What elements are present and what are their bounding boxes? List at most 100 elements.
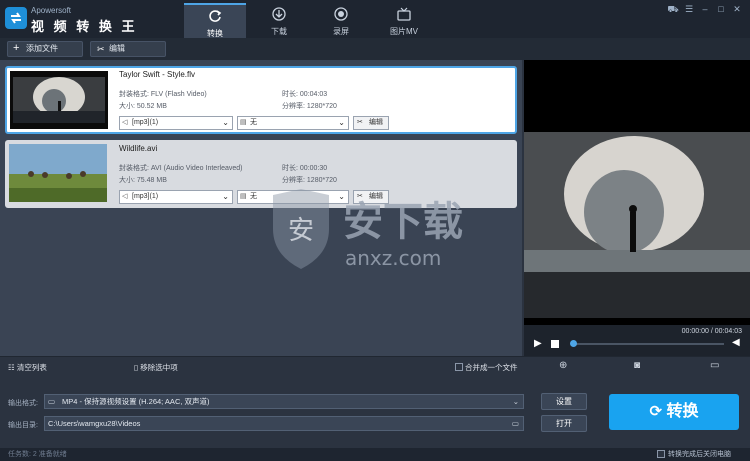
size-label: 大小: (119, 103, 135, 110)
resolution-label: 分辨率: (282, 177, 305, 184)
tab-convert[interactable]: 转换 (184, 3, 246, 38)
output-format-label: 输出格式: (8, 400, 38, 407)
chevron-down-icon: ⌄ (512, 397, 519, 406)
video-thumbnail (9, 144, 107, 202)
convert-button[interactable]: ⟳ 转换 (609, 394, 739, 430)
volume-icon[interactable]: ◀ (732, 337, 740, 348)
duration-row: 时长: 00:00:30 (282, 163, 327, 173)
remove-selected-button[interactable]: ▯ 移除选中项 (134, 362, 178, 373)
duration-value: 00:04:03 (299, 91, 328, 98)
download-icon (272, 7, 286, 21)
speaker-icon: ◁ (122, 193, 128, 200)
audio-track-select[interactable]: ◁ [mp3](1) ⌄ (119, 190, 233, 204)
chevron-down-icon: ⌄ (222, 118, 229, 127)
folder-icon[interactable]: ▭ (512, 417, 519, 430)
duration-value: 00:00:30 (299, 165, 328, 172)
edit-file-label: 编辑 (369, 119, 383, 126)
shutdown-label: 转换完成后关闭电脑 (668, 451, 731, 458)
edit-button[interactable]: ✂ 编辑 (90, 41, 166, 57)
format-label: 封装格式: (119, 165, 149, 172)
audio-track-select[interactable]: ◁ [mp3](1) ⌄ (119, 116, 233, 130)
list-item[interactable]: Taylor Swift - Style.flv 封装格式: FLV (Flas… (5, 66, 517, 134)
format-row: 封装格式: AVI (Audio Video Interleaved) (119, 163, 242, 173)
stop-icon[interactable] (551, 340, 559, 348)
watermark-sub: anxz.com (345, 246, 441, 270)
file-name: Taylor Swift - Style.flv (119, 70, 196, 79)
tab-download[interactable]: 下载 (248, 3, 310, 38)
clear-list-button[interactable]: ☷ 清空列表 (8, 362, 47, 373)
format-value: FLV (Flash Video) (150, 91, 207, 98)
duration-label: 时长: (282, 91, 298, 98)
format-label: 封装格式: (119, 91, 149, 98)
resolution-value: 1280*720 (306, 103, 337, 110)
resolution-row: 分辨率: 1280*720 (282, 101, 337, 111)
open-folder-button[interactable]: 打开 (541, 415, 587, 432)
format-file-icon: ▭ (48, 397, 56, 406)
format-row: 封装格式: FLV (Flash Video) (119, 89, 207, 99)
merge-checkbox[interactable] (455, 363, 463, 371)
record-icon (334, 7, 348, 21)
tab-label: 下载 (271, 27, 287, 36)
maximize-icon[interactable]: □ (715, 4, 727, 14)
duration-label: 时长: (282, 165, 298, 172)
clear-list-icon: ☷ (8, 363, 15, 372)
subtitle-value: 无 (250, 119, 257, 126)
plus-icon: + (13, 42, 20, 54)
refresh-icon: ⟳ (649, 403, 663, 420)
chevron-down-icon: ⌄ (338, 118, 345, 127)
scissors-icon: ✂ (357, 119, 363, 126)
status-text: 任务数: 2 准备就绪 (8, 451, 67, 458)
preview-frame (524, 132, 750, 318)
close-icon[interactable]: ✕ (731, 4, 743, 14)
subtitle-select[interactable]: ▤ 无 ⌄ (237, 116, 349, 130)
edit-label: 编辑 (109, 44, 125, 53)
watermark-shield-char: 安 (288, 216, 314, 246)
seek-handle[interactable] (570, 340, 577, 347)
duration-row: 时长: 00:04:03 (282, 89, 327, 99)
settings-button[interactable]: 设置 (541, 393, 587, 410)
minimize-icon[interactable]: – (699, 4, 711, 14)
add-file-button[interactable]: + 添加文件 (7, 41, 83, 57)
speaker-icon: ◁ (122, 119, 128, 126)
edit-file-button[interactable]: ✂ 编辑 (353, 116, 389, 130)
cart-icon[interactable]: ⛟ (667, 4, 679, 14)
resolution-row: 分辨率: 1280*720 (282, 175, 337, 185)
brand-name: Apowersoft (31, 6, 72, 15)
output-dir-value: C:\Users\wamgxu28\Videos (48, 419, 141, 428)
subtitle-value: 无 (250, 193, 257, 200)
resolution-label: 分辨率: (282, 103, 305, 110)
app-title: 视 频 转 换 王 (31, 19, 138, 34)
tab-photo-mv[interactable]: 图片MV (373, 3, 435, 38)
tv-icon (397, 7, 411, 21)
size-row: 大小: 75.48 MB (119, 175, 167, 185)
tab-label: 录屏 (333, 27, 349, 36)
chevron-down-icon: ⌄ (222, 192, 229, 201)
resolution-value: 1280*720 (306, 177, 337, 184)
scissors-icon: ✂ (97, 44, 105, 54)
file-name: Wildlife.avi (119, 144, 158, 153)
folder-icon[interactable]: ▭ (710, 360, 719, 371)
play-icon[interactable]: ▶ (534, 338, 542, 349)
format-value: AVI (Audio Video Interleaved) (150, 165, 243, 172)
shutdown-checkbox[interactable] (657, 450, 665, 458)
remove-selected-label: 移除选中项 (140, 363, 178, 372)
size-label: 大小: (119, 177, 135, 184)
player-controls: 00:00:00 / 00:04:03 ▶ ◀ (524, 325, 750, 356)
tab-record[interactable]: 录屏 (310, 3, 372, 38)
add-file-label: 添加文件 (26, 44, 58, 53)
seek-bar[interactable] (572, 343, 724, 345)
size-row: 大小: 50.52 MB (119, 101, 167, 111)
output-format-select[interactable]: ▭ MP4 - 保持源视频设置 (H.264; AAC, 双声道) ⌄ (44, 394, 524, 409)
clear-list-label: 清空列表 (16, 363, 47, 372)
zoom-icon[interactable]: ⊕ (559, 360, 567, 371)
app-logo-icon (5, 7, 27, 29)
menu-icon[interactable]: ☰ (683, 4, 695, 14)
video-thumbnail (10, 71, 108, 129)
output-dir-field[interactable]: C:\Users\wamgxu28\Videos ▭ (44, 416, 524, 431)
merge-label: 合并成一个文件 (465, 363, 518, 372)
refresh-icon (209, 10, 222, 22)
watermark-text: 安下载 (343, 199, 463, 245)
tab-label: 图片MV (390, 27, 418, 36)
subtitle-icon: ▤ (240, 193, 247, 200)
camera-icon[interactable]: ◙ (634, 360, 640, 371)
